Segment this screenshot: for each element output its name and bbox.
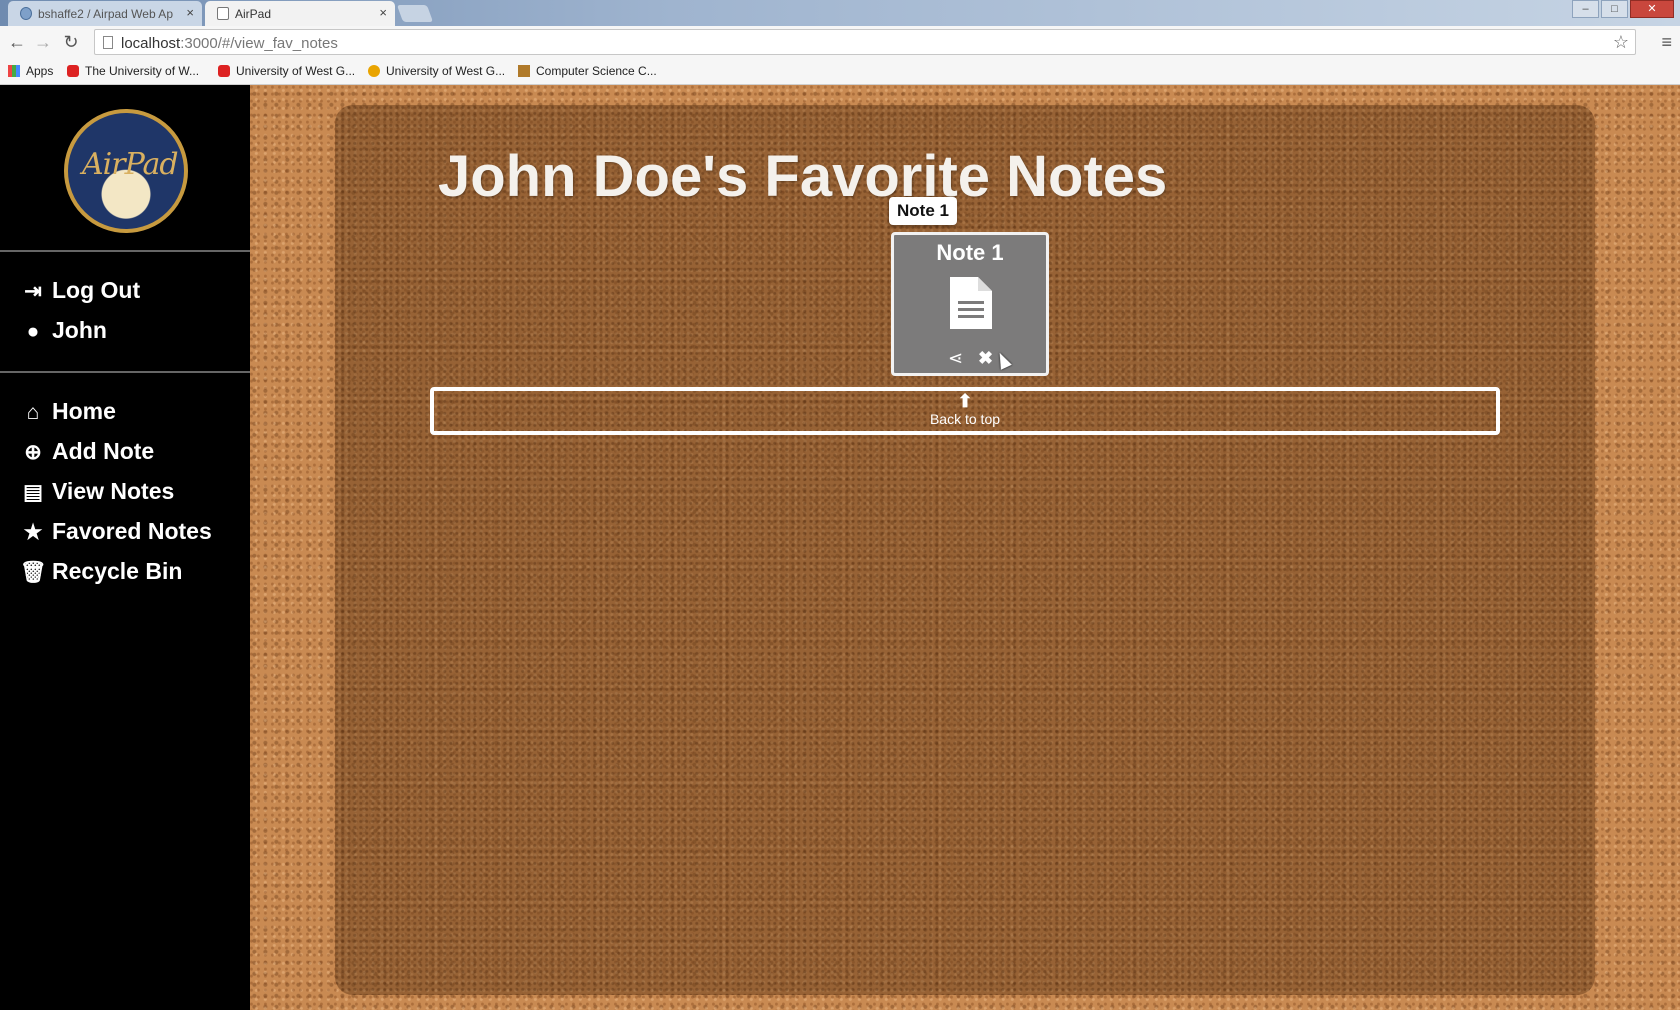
back-arrow-icon[interactable]: ← [6,31,28,53]
tab-close-icon[interactable]: × [379,5,387,20]
uwg-logo-icon [67,65,79,77]
note-tooltip: Note 1 [889,197,957,225]
home-icon: ⌂ [26,401,40,424]
browser-toolbar: ← → ↻ localhost:3000/#/view_fav_notes ☆ … [0,26,1680,58]
tab-title: AirPad [235,7,272,21]
nav-home[interactable]: ⌂ Home [20,398,116,425]
bookmark-item[interactable]: University of West G... [368,64,505,78]
window-controls: – □ ✕ [1572,0,1674,18]
sidebar: AirPad ⇥ Log Out ● John ⌂ Home ⊕ Add Note ▤ V… [0,85,250,1010]
page-icon [103,36,113,49]
address-bar[interactable]: localhost:3000/#/view_fav_notes ☆ [94,29,1636,55]
airpad-app: AirPad ⇥ Log Out ● John ⌂ Home ⊕ Add Note ▤ V… [0,85,1680,1010]
graduation-cap-icon [518,65,530,77]
back-to-top-label: Back to top [929,411,1001,427]
nav-favored-notes[interactable]: ★ Favored Notes [20,518,212,545]
page-favicon-icon [217,7,229,20]
bookmarks-bar: Apps The University of W... University o… [0,58,1680,85]
tab-title: bshaffe2 / Airpad Web Ap [38,7,173,21]
maximize-button[interactable]: □ [1601,0,1628,18]
corkboard-background [250,85,1680,1010]
bookmark-item[interactable]: Computer Science C... [518,64,657,78]
nav-recycle-bin[interactable]: 🗑 Recycle Bin [20,558,182,585]
uwg-logo-icon [218,65,230,77]
sign-out-icon: ⇥ [24,280,42,303]
sidebar-divider [0,250,250,252]
plus-circle-icon: ⊕ [24,441,42,464]
bookmark-item[interactable]: The University of W... [67,64,199,78]
browser-tab-github[interactable]: bshaffe2 / Airpad Web Ap × [8,1,202,26]
logo-text: AirPad [82,147,179,182]
user-profile-link[interactable]: ● John [20,317,107,344]
browser-tab-airpad[interactable]: AirPad × [205,1,395,26]
tab-close-icon[interactable]: × [186,5,194,20]
sun-logo-icon [368,65,380,77]
nav-add-note[interactable]: ⊕ Add Note [20,438,154,465]
note-title: Note 1 [936,240,1004,265]
browser-menu-icon[interactable]: ≡ [1661,32,1672,53]
share-icon[interactable]: ⋖ [948,348,963,369]
sidebar-divider [0,371,250,373]
forward-arrow-icon[interactable]: → [32,31,54,53]
browser-tabstrip: bshaffe2 / Airpad Web Ap × AirPad × – □ … [0,0,1680,26]
close-window-button[interactable]: ✕ [1630,0,1674,18]
minimize-button[interactable]: – [1572,0,1599,18]
apps-grid-icon [8,65,20,77]
trash-icon: 🗑 [20,561,47,584]
user-icon: ● [26,320,40,343]
document-icon [950,277,992,329]
bookmark-star-icon[interactable]: ☆ [1613,32,1629,53]
url-text: localhost:3000/#/view_fav_notes [121,35,338,52]
reload-icon[interactable]: ↻ [60,31,82,53]
back-to-top-button[interactable]: ⬆ Back to top [430,387,1500,435]
star-icon: ★ [23,521,43,544]
airpad-logo[interactable]: AirPad [64,109,188,233]
note-card[interactable]: Note 1 ⋖ ✖ [891,232,1049,376]
arrow-up-icon: ⬆ [957,391,973,411]
file-icon: ▤ [23,481,43,504]
new-tab-button[interactable] [396,5,434,22]
logout-link[interactable]: ⇥ Log Out [20,277,140,304]
bookmark-apps[interactable]: Apps [8,64,53,78]
nav-view-notes[interactable]: ▤ View Notes [20,478,174,505]
remove-favorite-icon[interactable]: ✖ [978,348,993,369]
page-title: John Doe's Favorite Notes [438,144,1168,209]
github-favicon-icon [20,7,32,20]
bookmark-item[interactable]: University of West G... [218,64,355,78]
